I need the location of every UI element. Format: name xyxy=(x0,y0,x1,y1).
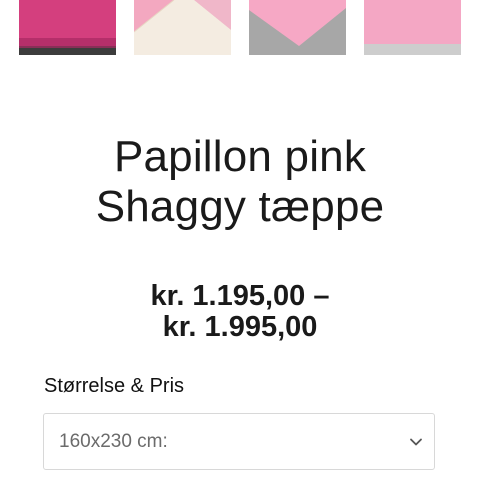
product-thumbnail-3[interactable] xyxy=(249,0,346,55)
product-thumbnail-2[interactable] xyxy=(134,0,231,55)
product-title-line-1: Papillon pink xyxy=(113,132,367,181)
variation-label: Størrelse & Pris xyxy=(44,375,185,397)
price-max: kr. 1.995,00 xyxy=(162,311,318,343)
product-thumbnail-1[interactable] xyxy=(19,0,116,55)
size-price-selected-value: 160x230 cm: xyxy=(59,431,168,452)
product-title-line-2: Shaggy tæppe xyxy=(95,182,385,231)
product-title: Papillon pink Shaggy tæppe xyxy=(0,132,480,232)
product-price-range: kr. 1.195,00 – kr. 1.995,00 xyxy=(0,281,480,343)
chevron-down-icon xyxy=(408,434,424,450)
rug-image xyxy=(19,0,116,55)
product-thumbnail-strip xyxy=(19,0,461,55)
rug-image xyxy=(134,0,231,55)
rug-image xyxy=(364,0,461,55)
size-price-select[interactable]: 160x230 cm: xyxy=(43,413,435,470)
product-page: Papillon pink Shaggy tæppe kr. 1.195,00 … xyxy=(0,0,480,480)
price-min: kr. 1.195,00 – xyxy=(150,280,330,312)
rug-image xyxy=(249,0,346,55)
product-thumbnail-4[interactable] xyxy=(364,0,461,55)
